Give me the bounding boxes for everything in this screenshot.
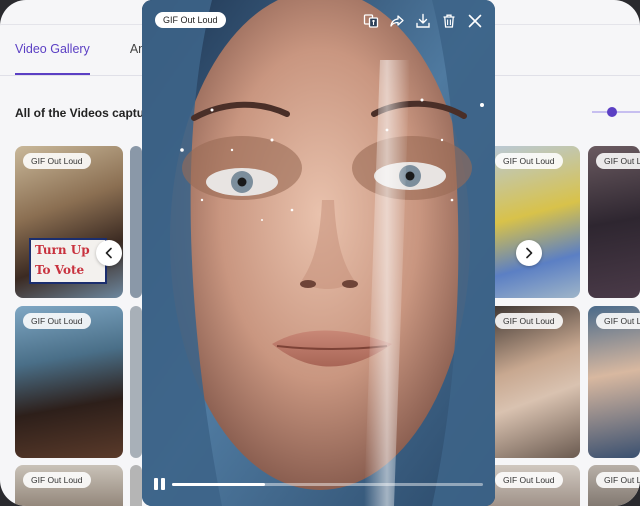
progress-bar[interactable] — [172, 483, 483, 486]
thumbnail-badge: GIF Out Loud — [596, 472, 640, 488]
thumbnail-badge: GIF Out Loud — [495, 472, 563, 488]
gallery-thumbnail[interactable] — [130, 306, 142, 458]
gallery-thumbnail[interactable]: GIF Out Loud — [487, 146, 580, 298]
gallery-thumbnail[interactable] — [130, 146, 142, 298]
thumbnail-badge: GIF Out Loud — [495, 153, 563, 169]
gallery-thumbnail[interactable]: GIF Out Loud — [15, 465, 123, 506]
gallery-tabs: Video Gallery An — [15, 42, 145, 56]
progress-fill — [172, 483, 266, 486]
gallery-thumbnail[interactable]: GIF Out Loud Turn Up To Vote — [15, 146, 123, 298]
gallery-thumbnail[interactable]: GIF Out Loud — [487, 306, 580, 458]
vote-sign-image: Turn Up To Vote — [29, 238, 107, 284]
gallery-caption: All of the Videos captu — [15, 106, 145, 120]
gallery-thumbnail[interactable]: GIF Out Loud — [588, 465, 640, 506]
thumbnail-badge: GIF Out Loud — [596, 153, 640, 169]
video-player-modal: GIF Out Loud — [142, 0, 495, 506]
close-button[interactable] — [467, 12, 483, 30]
delete-button[interactable] — [441, 12, 457, 30]
thumbnail-badge: GIF Out Loud — [596, 313, 640, 329]
thumbnail-badge: GIF Out Loud — [23, 472, 91, 488]
close-icon — [468, 14, 482, 28]
share-button[interactable] — [389, 12, 405, 30]
gallery-thumbnail[interactable]: GIF Out Loud — [487, 465, 580, 506]
thumbnail-badge: GIF Out Loud — [23, 313, 91, 329]
previous-button[interactable] — [96, 240, 122, 266]
gallery-thumbnail[interactable]: GIF Out Loud — [15, 306, 123, 458]
sign-line: To Vote — [35, 263, 85, 277]
playback-controls — [154, 477, 483, 493]
tab-video-gallery[interactable]: Video Gallery — [15, 42, 90, 56]
translate-button[interactable] — [363, 12, 379, 30]
video-frame[interactable] — [142, 0, 495, 506]
thumbnail-badge: GIF Out Loud — [23, 153, 91, 169]
download-button[interactable] — [415, 12, 431, 30]
video-toolbar — [363, 12, 483, 30]
download-icon — [416, 13, 430, 28]
next-button[interactable] — [516, 240, 542, 266]
share-icon — [390, 15, 404, 27]
gallery-thumbnail[interactable]: GIF Out Loud — [588, 306, 640, 458]
sign-line: Turn Up — [35, 243, 90, 257]
chevron-left-icon — [105, 247, 112, 259]
gallery-thumbnail[interactable] — [130, 465, 142, 506]
video-badge: GIF Out Loud — [155, 12, 226, 28]
gallery-thumbnail[interactable]: GIF Out Loud — [588, 146, 640, 298]
chevron-right-icon — [526, 247, 533, 259]
pause-icon[interactable] — [154, 478, 165, 490]
translate-icon — [363, 14, 379, 28]
thumbnail-size-knob[interactable] — [607, 107, 617, 117]
thumbnail-badge: GIF Out Loud — [495, 313, 563, 329]
trash-icon — [443, 14, 455, 28]
